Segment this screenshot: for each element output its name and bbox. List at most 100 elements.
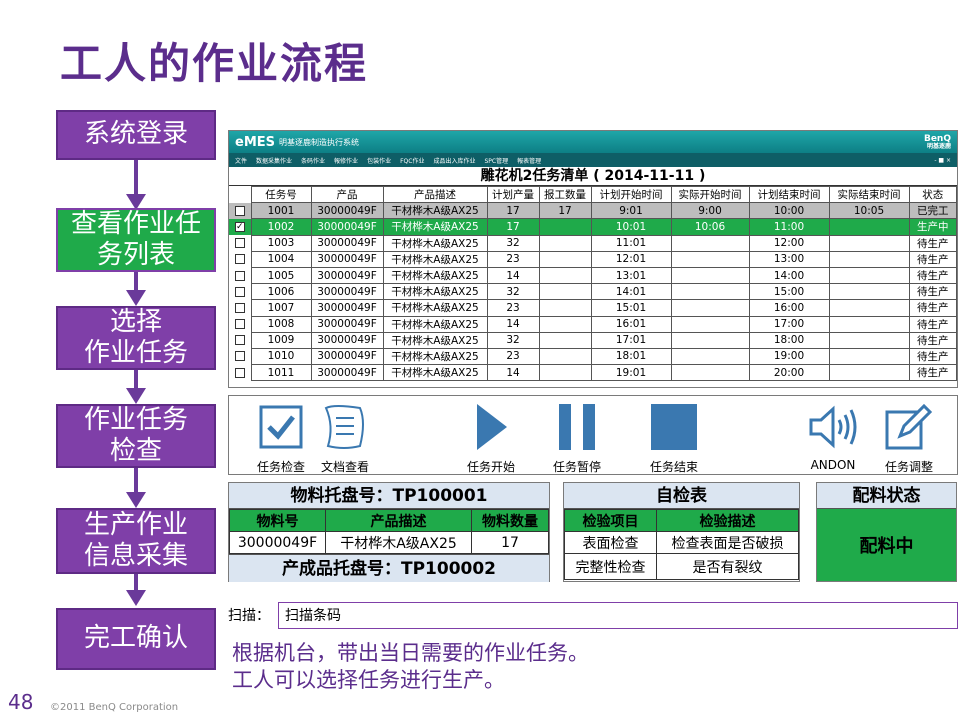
- plan-end: 14:00: [748, 266, 830, 285]
- plan-end: 10:00: [748, 202, 830, 220]
- table-row[interactable]: 1007 30000049F 干材桦木A级AX25 23 15:01 16:00 待生产: [229, 299, 957, 317]
- actual-end: [828, 266, 910, 285]
- menu-barcode[interactable]: 条码作业: [301, 156, 325, 165]
- table-row[interactable]: 1006 30000049F 干材桦木A级AX25 32 14:01 15:00 待生产: [229, 283, 957, 301]
- menu-warehouse[interactable]: 成品出入库作业: [433, 156, 475, 165]
- table-row[interactable]: 1004 30000049F 干材桦木A级AX25 23 12:01 13:00 待生产: [229, 250, 957, 268]
- description: 根据机台，带出当日需要的作业任务。 工人可以选择任务进行生产。: [232, 640, 589, 695]
- col-header: 状态: [908, 185, 957, 204]
- table-row[interactable]: 1008 30000049F 干材桦木A级AX25 14 16:01 17:00 待生产: [229, 315, 957, 333]
- plan-start: 13:01: [590, 266, 672, 285]
- actual-start: [670, 331, 750, 349]
- table-row[interactable]: 1010 30000049F 干材桦木A级AX25 23 18:01 19:00 待生产: [229, 347, 957, 366]
- menu-packing[interactable]: 包装作业: [367, 156, 391, 165]
- doc-view-button[interactable]: 文档查看: [305, 400, 385, 475]
- row-checkbox[interactable]: [234, 270, 245, 281]
- edit-icon: [869, 400, 949, 454]
- step-label: 务列表: [96, 240, 175, 270]
- row-checkbox[interactable]: [234, 335, 245, 346]
- table-row[interactable]: 1005 30000049F 干材桦木A级AX25 14 13:01 14:00 待生产: [229, 266, 957, 285]
- report-qty: [538, 266, 592, 285]
- plan-end: 17:00: [748, 315, 830, 333]
- col-header: 实际开始时间: [670, 185, 750, 204]
- plan-start: 18:01: [590, 347, 672, 366]
- description-line: 工人可以选择任务进行生产。: [232, 668, 505, 693]
- task-id: 1008: [250, 315, 312, 333]
- step-label: 信息采集: [83, 541, 188, 571]
- plan-end: 13:00: [748, 250, 830, 268]
- col-header: 产品描述: [382, 185, 488, 204]
- report-qty: [538, 234, 592, 252]
- brand-logo: BenQ 明基逐鹿: [924, 134, 951, 150]
- row-checkbox[interactable]: [234, 367, 245, 378]
- table-row[interactable]: 1001 30000049F 干材桦木A级AX25 17 17 9:01 9:00 10:00…: [229, 202, 957, 220]
- table-row[interactable]: 1003 30000049F 干材桦木A级AX25 32 11:01 12:00 待生产: [229, 234, 957, 252]
- row-checkbox[interactable]: [234, 351, 245, 362]
- table-row[interactable]: 1011 30000049F 干材桦木A级AX25 14 19:01 20:00 待生产: [229, 364, 957, 382]
- pause-icon: [537, 400, 617, 454]
- andon-button[interactable]: ANDON: [793, 400, 873, 472]
- menu-report[interactable]: 報表管理: [517, 156, 541, 165]
- task-pause-button[interactable]: 任务暂停: [537, 400, 617, 475]
- task-id: 1001: [250, 202, 312, 220]
- table-header-row: 任务号 产品 产品描述 计划产量 报工数量 计划开始时间 实际开始时间 计划结束…: [229, 185, 957, 204]
- task-adjust-button[interactable]: 任务调整: [869, 400, 949, 475]
- report-qty: [538, 364, 592, 382]
- product-desc: 干材桦木A级AX25: [382, 331, 488, 349]
- row-checkbox[interactable]: ✓: [234, 221, 245, 232]
- table-row[interactable]: 1009 30000049F 干材桦木A级AX25 32 17:01 18:00 待生产: [229, 331, 957, 349]
- menu-spc[interactable]: SPC管理: [484, 156, 508, 165]
- plan-end: 19:00: [748, 347, 830, 366]
- task-id: 1009: [250, 331, 312, 349]
- col-header: 任务号: [250, 185, 312, 204]
- allocation-title: 配料状态: [817, 483, 956, 509]
- copyright: ©2011 BenQ Corporation: [50, 702, 179, 713]
- task-status: 待生产: [908, 250, 957, 268]
- report-qty: [538, 283, 592, 301]
- col-header: 报工数量: [538, 185, 592, 204]
- row-checkbox[interactable]: [234, 238, 245, 249]
- flow-connector: [134, 160, 138, 194]
- task-status: 已完工: [908, 202, 957, 220]
- report-qty: 17: [538, 202, 592, 220]
- menu-fqc[interactable]: FQC作业: [400, 156, 424, 165]
- app-titlebar: eMES 明基逐鹿制造执行系统 BenQ 明基逐鹿: [229, 131, 957, 153]
- row-checkbox[interactable]: [234, 254, 245, 265]
- row-checkbox[interactable]: [234, 286, 245, 297]
- description-line: 根据机台，带出当日需要的作业任务。: [232, 641, 589, 665]
- barcode-scan-input[interactable]: 扫描条码: [278, 601, 958, 629]
- report-qty: [538, 299, 592, 317]
- col-header: 计划结束时间: [748, 185, 830, 204]
- check-desc: 是否有裂纹: [656, 553, 799, 580]
- plan-start: 19:01: [590, 364, 672, 382]
- product-code: 30000049F: [310, 218, 384, 236]
- step-label: 选择: [109, 306, 162, 337]
- material-qty: 17: [471, 531, 549, 554]
- col-header: 计划开始时间: [590, 185, 672, 204]
- report-qty: [538, 347, 592, 366]
- row-checkbox[interactable]: [234, 302, 245, 313]
- table-row: 表面检查 检查表面是否破损: [564, 531, 799, 554]
- check-item: 表面检查: [564, 531, 657, 554]
- plan-start: 17:01: [590, 331, 672, 349]
- plan-qty: 14: [486, 266, 540, 285]
- report-qty: [538, 331, 592, 349]
- row-checkbox[interactable]: [234, 319, 245, 330]
- product-desc: 干材桦木A级AX25: [382, 315, 488, 333]
- plan-qty: 23: [486, 347, 540, 366]
- menu-file[interactable]: 文件: [235, 156, 247, 165]
- table-row[interactable]: ✓ 1002 30000049F 干材桦木A级AX25 17 10:01 10:06 11:0…: [229, 218, 957, 236]
- menu-repair[interactable]: 報修作业: [334, 156, 358, 165]
- step-view-task-list: 查看作业任 务列表: [56, 208, 216, 272]
- app-menubar: 文件 数据采集作业 条码作业 報修作业 包装作业 FQC作业 成品出入库作业 S…: [229, 153, 957, 167]
- col-header: 产品描述: [325, 509, 472, 532]
- window-controls[interactable]: - ■ ×: [934, 157, 951, 164]
- menu-data-collection[interactable]: 数据采集作业: [256, 156, 292, 165]
- task-start-button[interactable]: 任务开始: [451, 400, 531, 475]
- play-icon: [451, 400, 531, 454]
- selfcheck-title: 自检表: [564, 483, 799, 509]
- task-end-button[interactable]: 任务结束: [634, 400, 714, 475]
- row-checkbox[interactable]: [234, 205, 245, 216]
- plan-end: 16:00: [748, 299, 830, 317]
- plan-start: 9:01: [590, 202, 672, 220]
